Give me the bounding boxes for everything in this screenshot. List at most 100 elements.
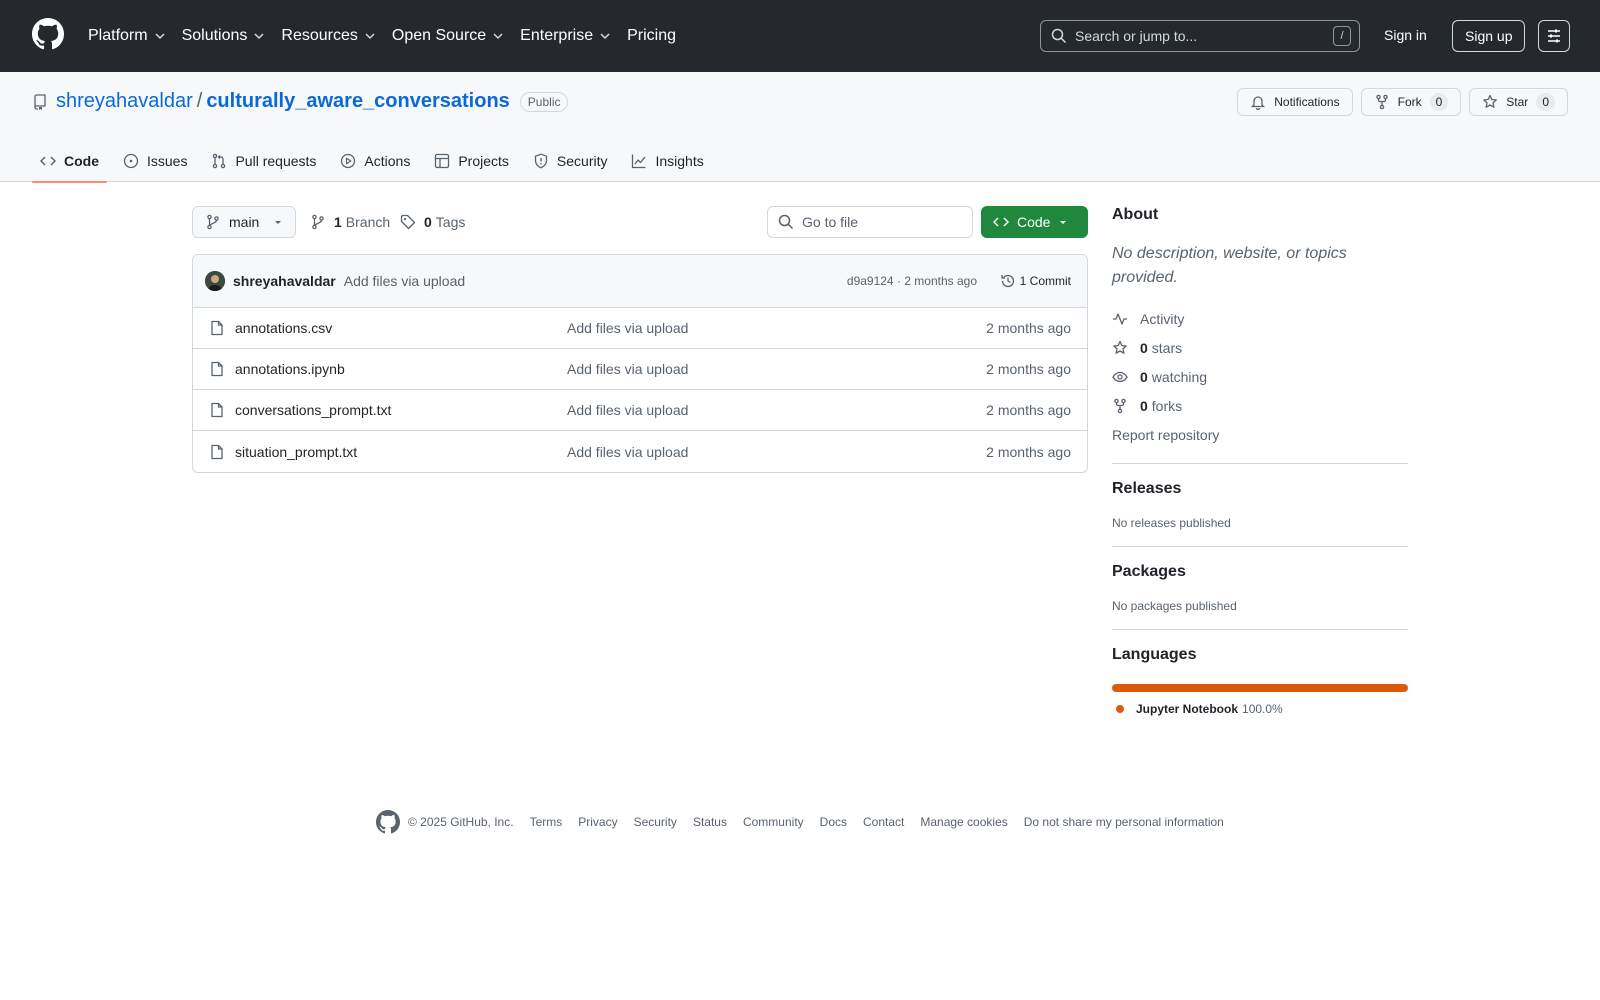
divider <box>1112 546 1408 547</box>
footer-link-do-not-share[interactable]: Do not share my personal information <box>1024 815 1224 829</box>
repo-name-link[interactable]: culturally_aware_conversations <box>206 90 509 113</box>
watching-label: watching <box>1151 368 1208 385</box>
nav-enterprise[interactable]: Enterprise <box>520 27 611 45</box>
fork-button[interactable]: Fork 0 <box>1360 88 1462 116</box>
file-name-link[interactable]: annotations.csv <box>235 320 332 336</box>
file-commit-message[interactable]: Add files via upload <box>567 361 688 377</box>
file-icon <box>211 444 223 459</box>
branches-link[interactable]: 1 Branch <box>310 206 390 238</box>
languages-heading: Languages <box>1112 646 1197 663</box>
file-icon <box>211 320 223 336</box>
nav-platform[interactable]: Platform <box>88 27 166 45</box>
branch-selector[interactable]: main <box>192 206 296 238</box>
commit-count-label: 1 Commit <box>1019 274 1071 288</box>
watching-link[interactable]: 0 watching <box>1112 362 1408 391</box>
packages-heading[interactable]: Packages <box>1112 563 1408 581</box>
tag-icon <box>400 214 416 230</box>
repo-owner-link[interactable]: shreyahavaldar <box>56 90 193 113</box>
footer-link-privacy[interactable]: Privacy <box>578 815 617 829</box>
tab-issues[interactable]: Issues <box>115 140 195 182</box>
about-description: No description, website, or topics provi… <box>1112 245 1347 286</box>
notifications-button[interactable]: Notifications <box>1237 88 1353 116</box>
chevron-down-icon <box>493 33 503 40</box>
go-to-file-input[interactable]: Go to file <box>767 206 973 238</box>
chevron-down-icon <box>365 33 375 40</box>
footer-link-docs[interactable]: Docs <box>820 815 847 829</box>
tab-insights[interactable]: Insights <box>623 140 711 182</box>
activity-link[interactable]: Activity <box>1112 304 1408 333</box>
footer-link-community[interactable]: Community <box>743 815 804 829</box>
footer-link-terms[interactable]: Terms <box>530 815 563 829</box>
shield-icon <box>534 153 548 169</box>
eye-icon <box>1112 371 1128 382</box>
file-age: 2 months ago <box>986 361 1071 377</box>
file-name-link[interactable]: conversations_prompt.txt <box>235 402 391 418</box>
tab-actions[interactable]: Actions <box>332 140 418 182</box>
file-commit-message[interactable]: Add files via upload <box>567 402 688 418</box>
chevron-down-icon <box>600 33 610 40</box>
graph-icon <box>632 154 646 169</box>
file-commit-message[interactable]: Add files via upload <box>567 444 688 460</box>
tab-pull-requests[interactable]: Pull requests <box>203 140 324 182</box>
avatar[interactable] <box>205 271 225 291</box>
nav-pricing[interactable]: Pricing <box>627 27 676 45</box>
search-placeholder: Search or jump to... <box>1075 28 1198 44</box>
star-button[interactable]: Star 0 <box>1469 88 1568 116</box>
report-repository-link[interactable]: Report repository <box>1112 420 1408 449</box>
tab-code[interactable]: Code <box>32 140 107 183</box>
sign-up-button[interactable]: Sign up <box>1452 20 1526 52</box>
fork-icon <box>1375 94 1388 110</box>
code-icon <box>40 156 56 166</box>
commit-message-link[interactable]: Add files via upload <box>344 273 465 289</box>
settings-menu-button[interactable] <box>1538 20 1570 52</box>
forks-label: forks <box>1151 397 1183 414</box>
nav-solutions[interactable]: Solutions <box>182 27 266 45</box>
watching-count: 0 <box>1140 368 1148 385</box>
tab-code-label: Code <box>64 153 99 169</box>
activity-label: Activity <box>1140 310 1185 327</box>
fork-icon <box>1114 398 1126 413</box>
latest-commit-bar: shreyahavaldar Add files via upload d9a9… <box>193 255 1087 308</box>
tags-link[interactable]: 0 Tags <box>400 206 465 238</box>
file-toolbar: main 1 Branch 0 Tags Go to file Code <box>192 206 1088 238</box>
file-name-link[interactable]: situation_prompt.txt <box>235 444 357 460</box>
stars-link[interactable]: 0 stars <box>1112 333 1408 362</box>
nav-open-source[interactable]: Open Source <box>392 27 504 45</box>
file-age: 2 months ago <box>986 320 1071 336</box>
file-commit-message[interactable]: Add files via upload <box>567 320 688 336</box>
commit-author-link[interactable]: shreyahavaldar <box>233 273 336 289</box>
repo-main: main 1 Branch 0 Tags Go to file Code shr… <box>192 206 1088 473</box>
file-name-link[interactable]: annotations.ipynb <box>235 361 345 377</box>
code-dropdown-button[interactable]: Code <box>981 206 1088 238</box>
language-color-dot <box>1116 705 1124 713</box>
footer-link-manage-cookies[interactable]: Manage cookies <box>920 815 1007 829</box>
repo-title: shreyahavaldar / culturally_aware_conver… <box>32 90 569 113</box>
sign-in-link[interactable]: Sign in <box>1384 27 1427 43</box>
language-item[interactable]: Jupyter Notebook 100.0% <box>1112 702 1408 716</box>
file-list: shreyahavaldar Add files via upload d9a9… <box>192 254 1088 473</box>
commits-link[interactable]: 1 Commit <box>1000 273 1071 289</box>
repo-actions: Notifications Fork 0 Star 0 <box>1229 88 1568 116</box>
tab-projects[interactable]: Projects <box>426 140 517 182</box>
chevron-down-icon <box>254 33 264 40</box>
star-count: 0 <box>1536 93 1555 111</box>
global-header: Platform Solutions Resources Open Source… <box>0 0 1600 72</box>
github-logo-icon[interactable] <box>32 18 64 50</box>
releases-heading[interactable]: Releases <box>1112 480 1408 498</box>
commit-hash-age[interactable]: d9a9124 · 2 months ago <box>847 274 977 288</box>
footer-link-security[interactable]: Security <box>634 815 677 829</box>
repo-separator: / <box>196 90 203 112</box>
fork-label: Fork <box>1397 95 1422 109</box>
fork-count: 0 <box>1429 93 1449 111</box>
github-footer-logo-icon[interactable] <box>376 810 400 834</box>
tag-count: 0 <box>424 214 432 230</box>
tab-security[interactable]: Security <box>525 140 616 182</box>
nav-resources[interactable]: Resources <box>281 27 375 45</box>
forks-link[interactable]: 0 forks <box>1112 391 1408 420</box>
search-input[interactable]: Search or jump to... / <box>1040 20 1360 52</box>
branch-label: Branch <box>345 214 391 230</box>
footer-copyright: © 2025 GitHub, Inc. <box>408 815 514 829</box>
footer-link-status[interactable]: Status <box>693 815 727 829</box>
footer-link-contact[interactable]: Contact <box>863 815 904 829</box>
branch-icon <box>312 214 324 230</box>
